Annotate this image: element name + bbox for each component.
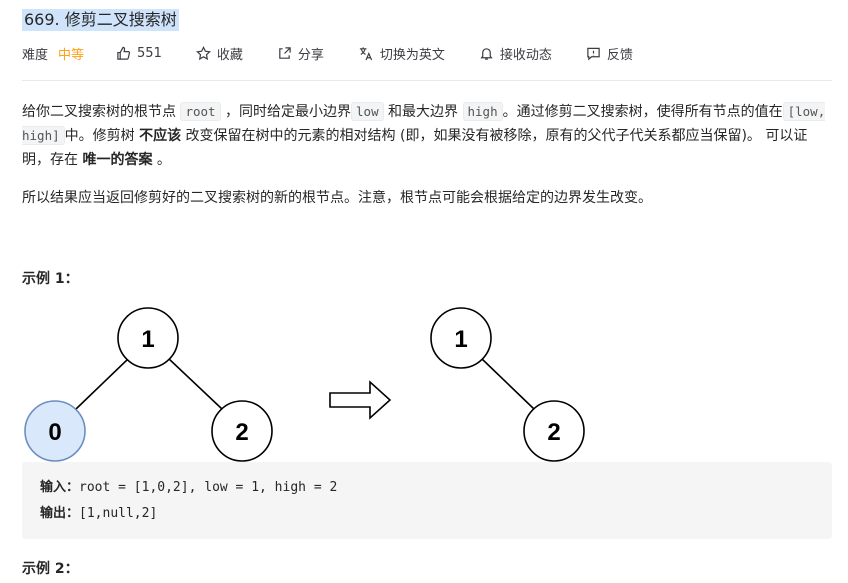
share-icon: [279, 46, 291, 59]
tree-node-label: 2: [547, 419, 560, 446]
thumbs-up-icon: [117, 46, 131, 60]
star-icon: [195, 45, 211, 60]
code-high: high: [462, 102, 503, 121]
text-span: 。通过修剪二叉搜索树，使得所有节点的值在: [502, 104, 783, 120]
input-value: root = [1,0,2], low = 1, high = 2: [79, 480, 338, 495]
subscribe-label: 接收动态: [499, 47, 552, 63]
like-button[interactable]: 551: [116, 46, 162, 61]
feedback-label: 反馈: [606, 47, 633, 63]
example-1-title: 示例 1：: [22, 271, 79, 287]
feedback-icon: [587, 47, 600, 60]
output-value: [1,null,2]: [79, 506, 158, 521]
tree-edge: [480, 357, 535, 410]
translate-button[interactable]: 切换为英文: [358, 44, 445, 63]
tree-node: 2: [523, 400, 585, 462]
bell-icon: [480, 47, 493, 60]
tree-node-label: 1: [141, 326, 154, 353]
example-2-title: 示例 2：: [22, 561, 79, 577]
translate-label: 切换为英文: [379, 47, 445, 63]
tree-node: 1: [430, 307, 492, 369]
description-paragraph-1: 给你二叉搜索树的根节点 root ，同时给定最小边界 low 和最大边界 high…: [22, 100, 834, 172]
text-span: 和最大边界: [383, 104, 463, 120]
tree-node-label: 1: [454, 326, 467, 353]
tree-edge: [167, 357, 223, 410]
example-1-diagram: 1 0 2 1 2: [24, 307, 585, 462]
code-low: low: [351, 102, 384, 121]
description-paragraph-2: 所以结果应当返回修剪好的二叉搜索树的新的根节点。注意，根节点可能会根据给定的边界…: [22, 190, 652, 206]
tree-node: 1: [117, 307, 179, 369]
subscribe-button[interactable]: 接收动态: [479, 44, 552, 63]
favorite-button[interactable]: 收藏: [195, 44, 243, 63]
text-span: ，同时给定最小边界: [220, 104, 352, 120]
tree-node-label: 0: [48, 419, 61, 446]
feedback-button[interactable]: 反馈: [586, 44, 633, 63]
header-divider: [22, 80, 832, 81]
output-label: 输出：: [40, 506, 80, 521]
problem-toolbar: 难度 中等 551 收藏 分享 切换为英文 接收动态 反馈: [22, 42, 667, 64]
problem-title: 669. 修剪二叉搜索树: [22, 9, 179, 31]
favorite-label: 收藏: [216, 47, 243, 63]
text-span: 中。修剪树: [64, 128, 140, 144]
bold-should-not: 不应该: [139, 128, 182, 144]
tree-node-removed: 0: [24, 400, 86, 462]
difficulty-badge: 中等: [58, 47, 85, 63]
difficulty-label: 难度: [22, 47, 49, 63]
arrow-right-icon: [329, 380, 392, 420]
translate-icon: [359, 46, 373, 60]
like-count: 551: [137, 45, 162, 61]
example-1-output: 输出：[1,null,2]: [40, 504, 157, 524]
example-1-io-block: 输入：root = [1,0,2], low = 1, high = 2 输出：…: [22, 462, 832, 539]
bold-unique-answer: 唯一的答案: [82, 152, 153, 168]
tree-edge: [75, 357, 130, 410]
tree-node: 2: [211, 400, 273, 462]
code-root: root: [180, 102, 221, 121]
text-span: 。: [152, 152, 171, 168]
problem-description: 给你二叉搜索树的根节点 root ，同时给定最小边界 low 和最大边界 high…: [22, 100, 834, 210]
share-button[interactable]: 分享: [277, 44, 324, 63]
text-span: 给你二叉搜索树的根节点: [22, 104, 181, 120]
input-label: 输入：: [40, 480, 80, 495]
share-label: 分享: [297, 47, 324, 63]
example-1-input: 输入：root = [1,0,2], low = 1, high = 2: [40, 478, 337, 498]
tree-node-label: 2: [235, 419, 248, 446]
